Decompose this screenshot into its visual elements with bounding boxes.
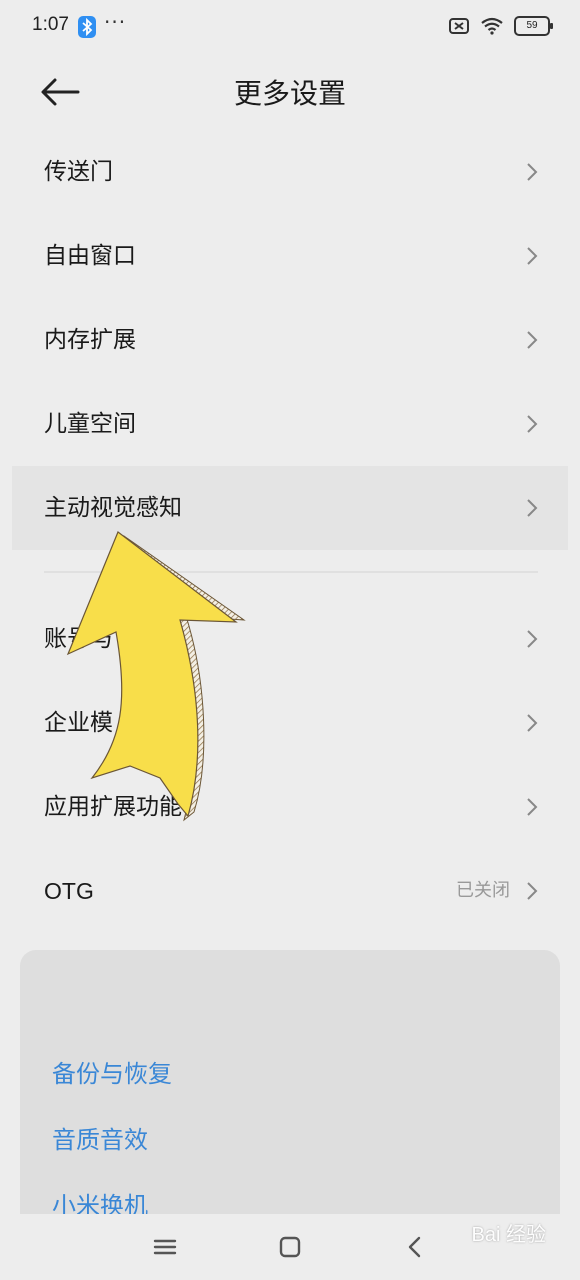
- nav-back-button[interactable]: [398, 1230, 432, 1264]
- battery-icon: 59: [514, 16, 553, 36]
- list-item-free-window[interactable]: 自由窗口: [12, 214, 568, 298]
- wifi-icon: [481, 17, 503, 35]
- status-right: 59: [448, 16, 553, 36]
- chevron-right-icon: [527, 798, 538, 816]
- list-item-app-extensions[interactable]: 应用扩展功能: [12, 765, 568, 849]
- list-item-active-visual-perception[interactable]: 主动视觉感知: [12, 466, 568, 550]
- home-square-icon: [279, 1236, 301, 1258]
- status-time: 1:07: [32, 14, 69, 35]
- list-item-label: 儿童空间: [44, 411, 136, 437]
- watermark: Bai 经验: [471, 1224, 546, 1246]
- menu-icon: [153, 1239, 177, 1255]
- chevron-right-icon: [527, 247, 538, 265]
- list-item-label: OTG: [44, 878, 94, 904]
- home-button[interactable]: [273, 1230, 307, 1264]
- list-item-label: 企业模: [44, 710, 113, 736]
- otg-status-value: 已关闭: [456, 880, 510, 901]
- section-divider: [44, 571, 538, 573]
- bluetooth-icon: [78, 16, 96, 38]
- list-item-memory-extension[interactable]: 内存扩展: [12, 298, 568, 382]
- no-sim-icon: [449, 18, 469, 34]
- list-item-label: 传送门: [44, 159, 113, 185]
- chevron-right-icon: [527, 882, 538, 900]
- card-item-backup-restore[interactable]: 备份与恢复: [52, 1054, 172, 1089]
- header: 更多设置: [0, 54, 580, 130]
- chevron-left-icon: [408, 1236, 421, 1258]
- chevron-right-icon: [527, 415, 538, 433]
- list-item-label: 账号与: [44, 626, 113, 652]
- chevron-right-icon: [527, 163, 538, 181]
- more-notifications-icon: ···: [104, 10, 127, 34]
- status-bar: 1:07 ··· 59: [0, 0, 580, 54]
- list-item-portal[interactable]: 传送门: [12, 130, 568, 214]
- chevron-right-icon: [527, 630, 538, 648]
- chevron-right-icon: [527, 331, 538, 349]
- list-item-label: 自由窗口: [44, 243, 136, 269]
- chevron-right-icon: [527, 499, 538, 517]
- list-item-label: 应用扩展功能: [44, 794, 182, 820]
- list-item-label: 主动视觉感知: [44, 495, 182, 521]
- list-item-kids-space[interactable]: 儿童空间: [12, 382, 568, 466]
- menu-button[interactable]: [148, 1230, 182, 1264]
- list-item-label: 内存扩展: [44, 327, 136, 353]
- list-item-enterprise-mode[interactable]: 企业模: [12, 681, 568, 765]
- page-title: 更多设置: [233, 77, 346, 110]
- card-item-sound-effects[interactable]: 音质音效: [52, 1120, 148, 1155]
- chevron-right-icon: [527, 714, 538, 732]
- list-item-account[interactable]: 账号与: [12, 597, 568, 681]
- list-item-otg[interactable]: OTG 已关闭: [12, 849, 568, 933]
